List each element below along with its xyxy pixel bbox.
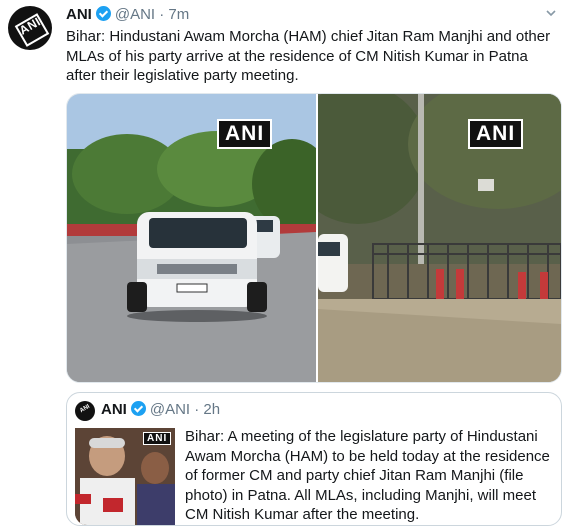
tweet-media[interactable]: ANI ANI bbox=[66, 93, 562, 383]
verified-badge-icon bbox=[130, 401, 146, 416]
chevron-down-icon[interactable] bbox=[545, 6, 557, 22]
separator-dot: · bbox=[159, 6, 165, 23]
ani-watermark: ANI bbox=[468, 119, 524, 149]
tweet-text: Bihar: Hindustani Awam Morcha (HAM) chie… bbox=[66, 28, 551, 84]
quoted-header: ANI @ANI · 2h bbox=[101, 401, 220, 418]
quoted-avatar-logo-text: ANI bbox=[79, 403, 91, 415]
quoted-author-handle[interactable]: @ANI bbox=[150, 401, 190, 418]
ani-watermark: ANI bbox=[143, 432, 172, 445]
separator-dot: · bbox=[194, 401, 200, 418]
quoted-text: Bihar: A meeting of the legislature part… bbox=[185, 428, 550, 523]
quoted-timestamp[interactable]: 2h bbox=[203, 401, 220, 418]
quoted-author-name[interactable]: ANI bbox=[101, 401, 127, 418]
media-image-left[interactable]: ANI bbox=[67, 94, 316, 382]
quoted-avatar[interactable]: ANI bbox=[75, 401, 95, 421]
tweet-header: ANI @ANI · 7m bbox=[66, 6, 189, 23]
quoted-tweet[interactable]: ANI ANI @ANI · 2h ANI Bihar: A meeting of… bbox=[66, 392, 562, 526]
ani-watermark: ANI bbox=[217, 119, 273, 149]
media-image-right[interactable]: ANI bbox=[318, 94, 561, 382]
tweet[interactable]: ANI ANI @ANI · 7m Bihar: Hindustani Awam … bbox=[0, 0, 564, 531]
avatar[interactable]: ANI bbox=[8, 6, 52, 50]
author-name[interactable]: ANI bbox=[66, 6, 92, 23]
verified-badge-icon bbox=[95, 6, 111, 21]
author-handle[interactable]: @ANI bbox=[115, 6, 155, 23]
tweet-timestamp[interactable]: 7m bbox=[168, 6, 189, 23]
quoted-thumbnail[interactable]: ANI bbox=[75, 428, 175, 525]
